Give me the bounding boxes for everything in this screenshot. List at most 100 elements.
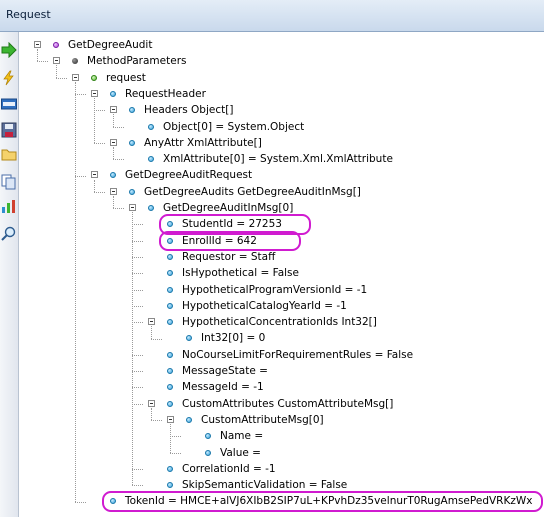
node-icon	[53, 42, 59, 48]
collapse-toggle[interactable]	[53, 57, 60, 65]
tree-node[interactable]: GetDegreeAudit	[20, 37, 544, 53]
tree-node-label: HypotheticalConcentrationIds Int32[]	[182, 316, 377, 329]
tree-node-label: request	[106, 71, 146, 84]
tree-node[interactable]: HypotheticalConcentrationIds Int32[]	[20, 314, 544, 330]
tree-node-label: IsHypothetical = False	[182, 267, 299, 280]
lightning-icon[interactable]	[1, 70, 17, 86]
node-icon	[167, 368, 173, 374]
node-icon	[110, 172, 116, 179]
node-icon	[167, 482, 173, 489]
collapse-toggle[interactable]	[34, 41, 41, 48]
collapse-toggle[interactable]	[110, 187, 117, 195]
node-icon	[129, 139, 135, 146]
node-icon	[129, 188, 135, 195]
copy-icon[interactable]	[1, 174, 17, 190]
node-icon	[167, 351, 173, 358]
node-icon	[148, 156, 154, 163]
tree-node-label: GetDegreeAudit	[68, 39, 153, 51]
node-icon	[167, 253, 173, 260]
tree-node[interactable]: GetDegreeAuditRequest	[20, 167, 544, 183]
collapse-toggle[interactable]	[91, 171, 98, 179]
tree-node-label: Name =	[220, 430, 264, 443]
tree-node[interactable]: Int32[0] = 0	[20, 330, 544, 346]
play-icon[interactable]	[1, 41, 17, 59]
tree-node[interactable]: CustomAttributeMsg[0]	[20, 412, 544, 428]
node-icon	[91, 74, 97, 81]
tree-node[interactable]: RequestHeader	[20, 86, 544, 102]
tree-node-label: Value =	[220, 446, 261, 459]
tree-node[interactable]: MessageId = -1	[20, 379, 544, 395]
node-icon	[167, 302, 173, 309]
panel-title-bar: Request	[0, 0, 544, 32]
node-icon	[205, 449, 211, 456]
node-icon	[167, 465, 173, 472]
collapse-toggle[interactable]	[148, 399, 155, 407]
tree-node[interactable]: Headers Object[]	[20, 102, 544, 118]
tree-node-label: CustomAttributeMsg[0]	[201, 413, 324, 426]
tree-node-label: MessageState =	[182, 365, 268, 377]
collapse-toggle[interactable]	[91, 89, 98, 97]
tree-node-label: AnyAttr XmlAttribute[]	[144, 136, 262, 149]
node-icon	[186, 416, 192, 423]
node-icon	[167, 286, 173, 293]
save-icon[interactable]	[1, 122, 17, 138]
request-tree: GetDegreeAudit MethodParameters request Req…	[20, 32, 544, 517]
tree-node[interactable]: HypotheticalProgramVersionId = -1	[20, 282, 544, 298]
tree-node[interactable]: Object[0] = System.Object	[20, 119, 544, 135]
tree-node-label: XmlAttribute[0] = System.Xml.XmlAttribut…	[163, 153, 393, 166]
tree-node[interactable]: Value =	[20, 445, 544, 461]
collapse-toggle[interactable]	[72, 73, 79, 81]
tree-node-label: Headers Object[]	[144, 104, 234, 117]
tree-node[interactable]: MessageState =	[20, 363, 544, 379]
tree-node-label: GetDegreeAudits GetDegreeAuditInMsg[]	[144, 185, 361, 198]
node-icon	[148, 123, 154, 130]
node-icon	[110, 90, 116, 97]
node-icon	[167, 270, 173, 277]
tree-node-label: Int32[0] = 0	[201, 332, 266, 345]
node-icon	[186, 335, 192, 342]
tree-node[interactable]: NoCourseLimitForRequirementRules = False	[20, 347, 544, 363]
tree-node-label: CustomAttributes CustomAttributeMsg[]	[182, 397, 394, 410]
collapse-toggle[interactable]	[110, 106, 117, 114]
tree-node-label: MessageId = -1	[182, 381, 264, 394]
collapse-toggle[interactable]	[129, 204, 136, 211]
collapse-toggle[interactable]	[167, 415, 174, 423]
tree-node[interactable]: Requestor = Staff	[20, 249, 544, 265]
tree-node[interactable]: AnyAttr XmlAttribute[]	[20, 135, 544, 151]
node-icon	[205, 433, 211, 440]
tree-node-label: HypotheticalCatalogYearId = -1	[182, 299, 347, 312]
highlight-annotation	[102, 491, 543, 512]
tree-node[interactable]: Name =	[20, 428, 544, 444]
tree-node-label: RequestHeader	[125, 87, 206, 100]
node-icon	[129, 107, 135, 114]
tree-node-label: GetDegreeAuditRequest	[125, 169, 253, 182]
node-icon	[167, 319, 173, 326]
collapse-toggle[interactable]	[148, 318, 155, 326]
highlight-annotation	[159, 230, 301, 251]
side-toolbar	[0, 32, 19, 517]
tree-node-label: Object[0] = System.Object	[163, 120, 305, 133]
panel-title: Request	[6, 8, 51, 21]
tree-node-label: NoCourseLimitForRequirementRules = False	[182, 348, 414, 361]
folder-icon[interactable]	[1, 146, 17, 162]
tree-node[interactable]: request	[20, 70, 544, 86]
chart-icon[interactable]	[1, 198, 17, 214]
tree-node[interactable]: GetDegreeAudits GetDegreeAuditInMsg[]	[20, 184, 544, 200]
tree-node-label: CorrelationId = -1	[182, 462, 276, 475]
node-icon	[167, 384, 173, 391]
node-icon	[167, 400, 173, 407]
tree-node[interactable]: XmlAttribute[0] = System.Xml.XmlAttribut…	[20, 151, 544, 167]
tree-node-label: Requestor = Staff	[182, 250, 276, 263]
tree-node-label: HypotheticalProgramVersionId = -1	[182, 283, 368, 296]
inspect-icon[interactable]	[1, 226, 17, 242]
xml-icon[interactable]	[1, 96, 17, 112]
tree-node[interactable]: CustomAttributes CustomAttributeMsg[]	[20, 396, 544, 412]
tree-node[interactable]: IsHypothetical = False	[20, 265, 544, 281]
collapse-toggle[interactable]	[110, 138, 117, 146]
tree-node[interactable]: CorrelationId = -1	[20, 461, 544, 477]
node-icon	[72, 58, 78, 65]
node-icon	[148, 205, 154, 211]
tree-node[interactable]: MethodParameters	[20, 53, 544, 69]
tree-node-label: MethodParameters	[87, 55, 187, 68]
tree-node[interactable]: HypotheticalCatalogYearId = -1	[20, 298, 544, 314]
